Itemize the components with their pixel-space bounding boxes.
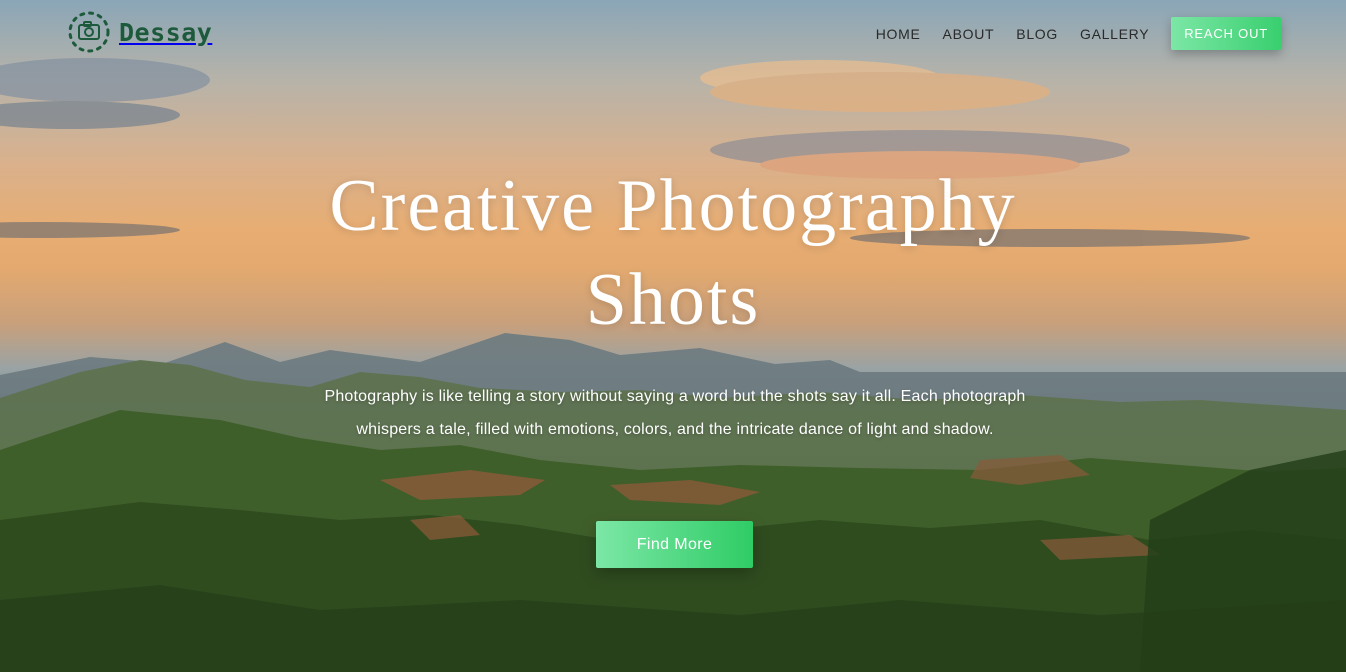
- hero-title-line-2: Shots: [585, 259, 761, 341]
- find-more-button[interactable]: Find More: [596, 521, 753, 568]
- hero-title-line-1: Creative Photography: [329, 165, 1017, 247]
- hero-section: Creative Photography Shots Photography i…: [0, 0, 1346, 672]
- hero-description: Photography is like telling a story with…: [324, 388, 1026, 438]
- hero-title: Creative Photography Shots: [200, 159, 1146, 347]
